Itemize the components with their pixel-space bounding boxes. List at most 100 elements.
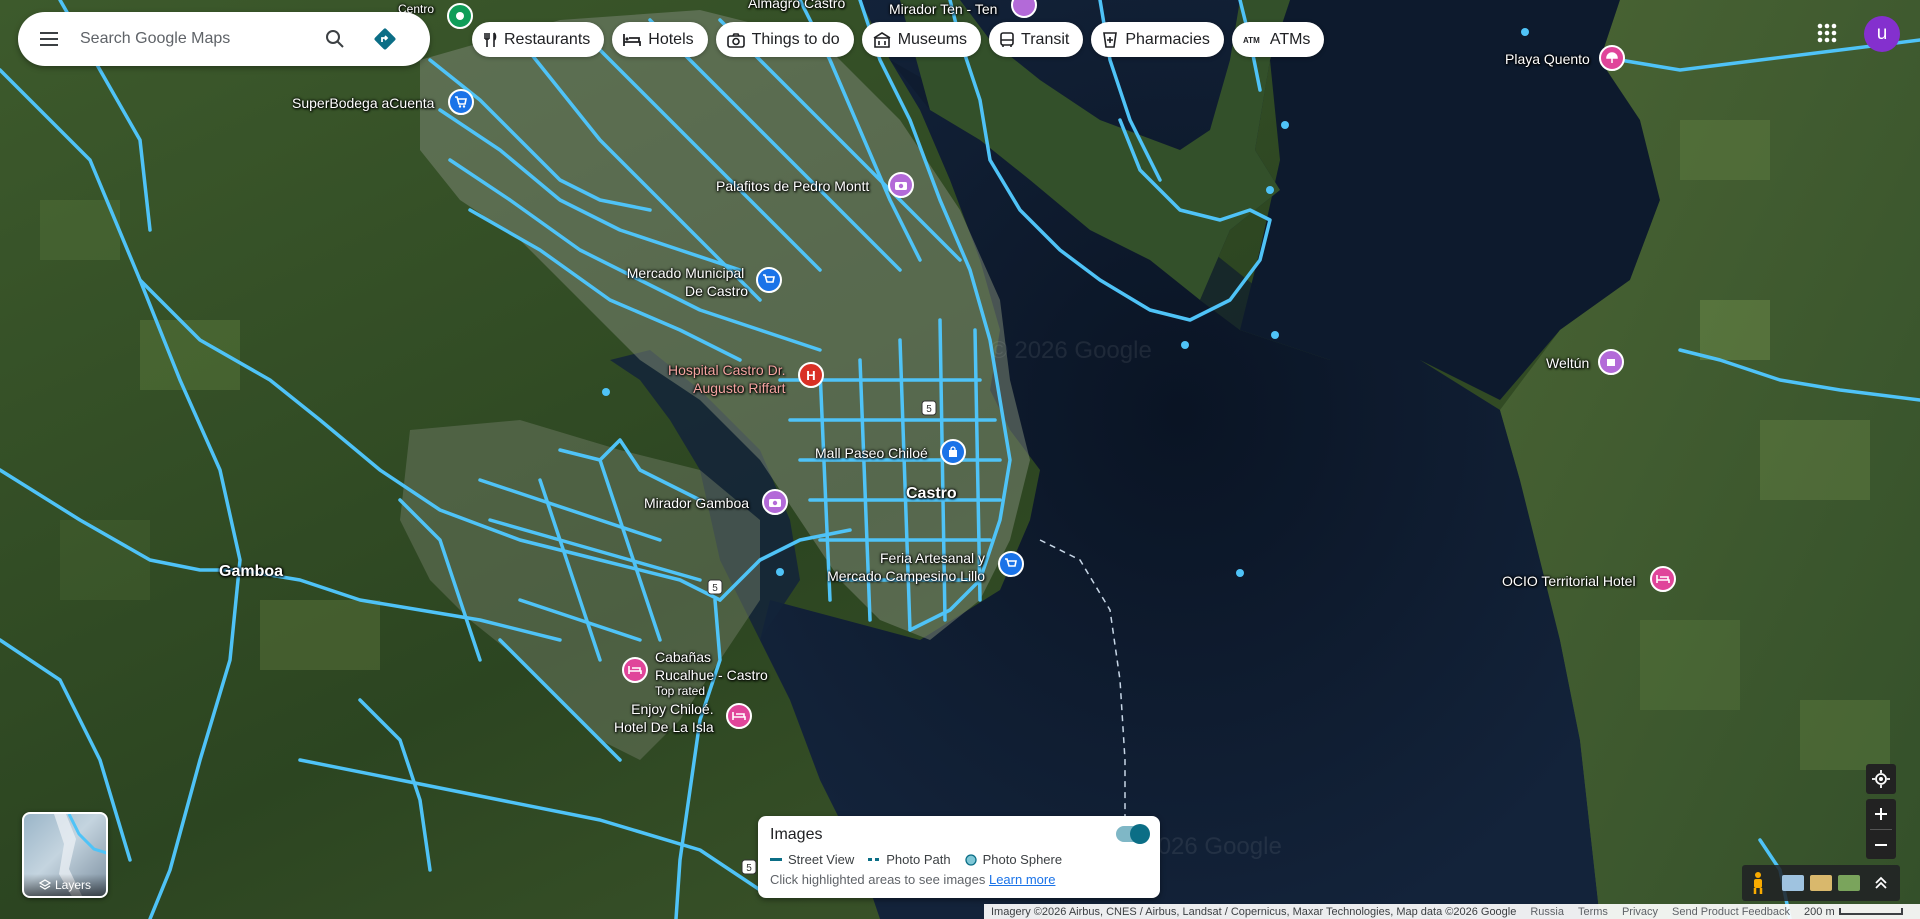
map-watermark: © 2026 Google	[990, 337, 1152, 364]
camera-icon	[895, 182, 907, 190]
bus-icon	[1000, 31, 1014, 47]
layers-button[interactable]: Layers	[22, 812, 108, 898]
images-hint: Click highlighted areas to see images Le…	[770, 872, 1056, 887]
place-label[interactable]: Palafitos de Pedro Montt	[716, 177, 869, 195]
my-location-icon	[1872, 770, 1890, 788]
place-label[interactable]: OCIO Territorial Hotel	[1502, 572, 1636, 590]
place-label[interactable]: Mirador Gamboa	[644, 494, 749, 512]
imagery-controls	[1742, 865, 1900, 901]
hospital-icon: H	[806, 367, 816, 383]
place-label[interactable]: Almagro Castro	[748, 0, 845, 12]
route-shield: 5	[926, 404, 932, 415]
layers-icon	[38, 879, 51, 890]
shopping-bag-icon	[949, 446, 957, 457]
scale-bar[interactable]: 200 m	[1797, 906, 1910, 918]
chip-museums[interactable]: Museums	[861, 22, 982, 57]
satellite-thumbnail[interactable]	[1838, 875, 1860, 891]
svg-text:ATM: ATM	[1243, 36, 1260, 45]
place-label[interactable]: Mirador Ten - Ten	[889, 0, 997, 18]
chip-transit[interactable]: Transit	[989, 22, 1084, 57]
chip-label: Transit	[1021, 30, 1070, 48]
directions-icon	[374, 28, 396, 50]
account-avatar[interactable]: u	[1864, 16, 1900, 52]
my-location-button[interactable]	[1866, 764, 1896, 794]
bed-icon	[628, 666, 642, 674]
search-box	[18, 12, 430, 66]
footer-link-feedback[interactable]: Send Product Feedback	[1665, 906, 1797, 918]
directions-button[interactable]	[360, 12, 410, 66]
shopping-pin[interactable]	[940, 439, 966, 465]
zoom-out-button[interactable]	[1866, 830, 1896, 860]
shopping-pin[interactable]	[998, 551, 1024, 577]
bed-icon	[623, 33, 642, 46]
place-label[interactable]: Mercado Municipal De Castro	[623, 264, 748, 300]
place-label[interactable]: Enjoy Chiloé. Hotel De La Isla	[614, 700, 714, 736]
chip-label: Museums	[897, 30, 968, 48]
shopping-pin[interactable]	[756, 267, 782, 293]
legend-photo-path: Photo Path	[868, 852, 951, 867]
plus-icon	[1875, 808, 1887, 820]
traffic-thumbnail[interactable]	[1810, 875, 1832, 891]
street-view-line-icon	[770, 857, 782, 861]
hospital-pin[interactable]: H	[798, 362, 824, 388]
search-input[interactable]	[80, 30, 310, 48]
learn-more-link[interactable]: Learn more	[989, 872, 1055, 887]
terrain-thumbnail[interactable]	[1782, 875, 1804, 891]
fork-knife-icon	[484, 31, 497, 47]
attraction-pin[interactable]	[1598, 349, 1624, 375]
hotel-pin[interactable]	[622, 657, 648, 683]
atm-icon: ATM	[1243, 36, 1260, 45]
zoom-controls	[1866, 799, 1896, 859]
footer-link-privacy[interactable]: Privacy	[1615, 906, 1665, 918]
scale-line	[1838, 908, 1903, 915]
town-label[interactable]: Castro	[906, 485, 957, 503]
search-button[interactable]	[310, 12, 360, 66]
beach-pin[interactable]	[1599, 45, 1625, 71]
chip-hotels[interactable]: Hotels	[612, 22, 708, 57]
pegman-icon[interactable]	[1750, 871, 1766, 895]
chip-label: Restaurants	[504, 30, 591, 48]
footer-link-region[interactable]: Russia	[1523, 906, 1571, 918]
google-apps-button[interactable]	[1812, 18, 1842, 48]
chip-label: ATMs	[1269, 30, 1311, 48]
toggle-knob	[1130, 824, 1150, 844]
cart-icon	[1005, 558, 1017, 567]
place-label[interactable]: Feria Artesanal y Mercado Campesino Lill…	[822, 549, 985, 585]
images-panel-title: Images	[770, 826, 823, 843]
place-label-hospital[interactable]: Hospital Castro Dr. Augusto Riffart	[668, 361, 785, 397]
cart-icon	[763, 274, 775, 283]
menu-button[interactable]	[18, 12, 80, 66]
attribution: Imagery ©2026 Airbus, CNES / Airbus, Lan…	[991, 905, 1517, 918]
place-label[interactable]: SuperBodega aCuenta	[292, 94, 434, 112]
transit-pin[interactable]	[447, 3, 473, 29]
town-label[interactable]: Gamboa	[219, 563, 283, 581]
chip-restaurants[interactable]: Restaurants	[472, 22, 605, 57]
chip-pharmacies[interactable]: Pharmacies	[1091, 22, 1224, 57]
chip-label: Pharmacies	[1125, 30, 1210, 48]
attraction-pin[interactable]	[888, 172, 914, 198]
chevron-up-icon[interactable]	[1874, 876, 1888, 890]
place-label[interactable]: Weltún	[1546, 354, 1589, 372]
shopping-pin[interactable]	[448, 89, 474, 115]
place-label[interactable]: Cabañas Rucalhue - Castro Top rated	[655, 648, 768, 698]
attraction-pin[interactable]	[762, 489, 788, 515]
route-shield: 5	[712, 583, 718, 594]
images-toggle[interactable]	[1116, 824, 1150, 844]
chip-label: Things to do	[751, 30, 840, 48]
chip-things-to-do[interactable]: Things to do	[715, 22, 854, 57]
pharmacy-icon	[1103, 31, 1118, 48]
chip-atms[interactable]: ATM ATMs	[1231, 22, 1325, 57]
hotel-pin[interactable]	[726, 703, 752, 729]
place-label[interactable]: Playa Quento	[1505, 50, 1590, 68]
bed-icon	[1656, 575, 1670, 583]
photo-path-dots-icon	[868, 857, 880, 861]
bed-icon	[732, 712, 746, 720]
category-chips: Restaurants Hotels Things to do Museums …	[472, 22, 1325, 57]
search-icon	[326, 30, 344, 48]
hotel-pin[interactable]	[1650, 566, 1676, 592]
footer-link-terms[interactable]: Terms	[1571, 906, 1615, 918]
museum-icon	[873, 31, 891, 48]
cart-icon	[455, 96, 467, 108]
place-label[interactable]: Mall Paseo Chiloé	[815, 444, 928, 462]
zoom-in-button[interactable]	[1866, 799, 1896, 829]
